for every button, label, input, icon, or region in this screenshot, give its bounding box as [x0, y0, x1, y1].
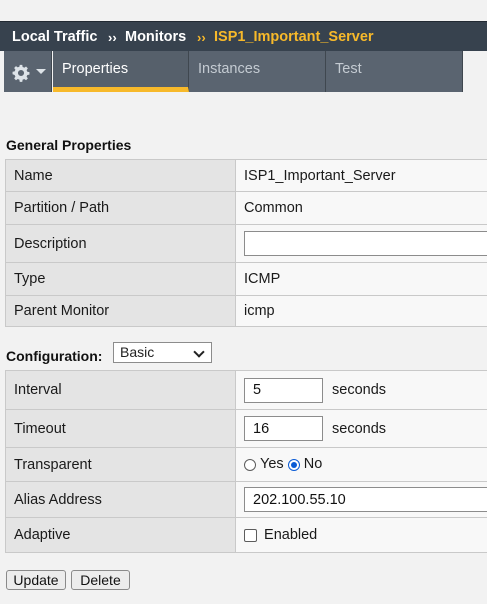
- general-properties-title: General Properties: [6, 137, 132, 153]
- top-strip: [0, 0, 487, 21]
- breadcrumb-separator: ››: [197, 30, 206, 45]
- adaptive-cell: Enabled: [235, 517, 487, 553]
- row-adaptive: Adaptive Enabled: [5, 517, 487, 553]
- row-parent-monitor: Parent Monitor icmp: [5, 295, 487, 327]
- interval-input[interactable]: [244, 377, 323, 403]
- breadcrumb-current: ISP1_Important_Server: [214, 29, 374, 45]
- row-timeout: Timeout seconds: [5, 409, 487, 448]
- row-partition: Partition / Path Common: [5, 191, 487, 225]
- row-description: Description: [5, 224, 487, 263]
- name-value: ISP1_Important_Server: [235, 159, 487, 192]
- transparent-yes-label[interactable]: Yes: [260, 457, 284, 473]
- general-properties-table: Name ISP1_Important_Server Partition / P…: [5, 159, 487, 327]
- row-alias-address: Alias Address: [5, 481, 487, 518]
- interval-label: Interval: [5, 370, 236, 410]
- alias-address-input[interactable]: [244, 487, 487, 512]
- transparent-yes-radio[interactable]: [244, 458, 256, 471]
- timeout-label: Timeout: [5, 409, 236, 448]
- row-name: Name ISP1_Important_Server: [5, 159, 487, 192]
- name-label: Name: [5, 159, 236, 192]
- type-label: Type: [5, 262, 236, 296]
- parent-monitor-label: Parent Monitor: [5, 295, 236, 327]
- transparent-cell: Yes No: [235, 447, 487, 482]
- tab-instances[interactable]: Instances: [189, 51, 326, 92]
- configuration-mode-select[interactable]: Basic: [113, 342, 212, 363]
- configuration-table: Interval seconds Timeout seconds Transpa…: [5, 370, 487, 553]
- parent-monitor-value: icmp: [235, 295, 487, 327]
- type-value: ICMP: [235, 262, 487, 296]
- alias-address-cell: [235, 481, 487, 518]
- partition-value: Common: [235, 191, 487, 225]
- settings-menu-button[interactable]: [4, 51, 52, 92]
- adaptive-label: Adaptive: [5, 517, 236, 553]
- chevron-down-icon: [193, 346, 205, 358]
- description-input[interactable]: [244, 231, 487, 256]
- row-type: Type ICMP: [5, 262, 487, 296]
- alias-address-label: Alias Address: [5, 481, 236, 518]
- transparent-no-radio[interactable]: [287, 458, 300, 471]
- update-button[interactable]: Update: [6, 570, 66, 590]
- delete-button[interactable]: Delete: [71, 570, 130, 590]
- interval-unit: seconds: [332, 382, 387, 398]
- adaptive-enabled-label[interactable]: Enabled: [264, 527, 317, 543]
- breadcrumb-separator: ››: [108, 30, 117, 45]
- interval-cell: seconds: [235, 370, 487, 410]
- tab-test[interactable]: Test: [326, 51, 463, 92]
- breadcrumb: Local Traffic ›› Monitors ›› ISP1_Import…: [0, 21, 487, 51]
- transparent-no-label[interactable]: No: [304, 457, 323, 473]
- tab-properties[interactable]: Properties: [53, 51, 189, 92]
- gear-icon: [12, 64, 30, 82]
- timeout-unit: seconds: [332, 420, 387, 437]
- breadcrumb-local-traffic[interactable]: Local Traffic: [12, 29, 97, 45]
- configuration-mode-value: Basic: [120, 344, 155, 360]
- row-interval: Interval seconds: [5, 370, 487, 410]
- transparent-label: Transparent: [5, 447, 236, 482]
- chevron-down-icon: [36, 69, 46, 74]
- timeout-cell: seconds: [235, 409, 487, 448]
- tab-bar: Properties Instances Test: [0, 51, 487, 92]
- partition-label: Partition / Path: [5, 191, 236, 225]
- row-transparent: Transparent Yes No: [5, 447, 487, 482]
- description-label: Description: [5, 224, 236, 263]
- adaptive-enabled-checkbox[interactable]: [244, 528, 257, 542]
- configuration-title: Configuration:: [6, 348, 103, 364]
- timeout-input[interactable]: [244, 416, 323, 441]
- description-cell: [235, 224, 487, 263]
- breadcrumb-monitors[interactable]: Monitors: [125, 29, 186, 45]
